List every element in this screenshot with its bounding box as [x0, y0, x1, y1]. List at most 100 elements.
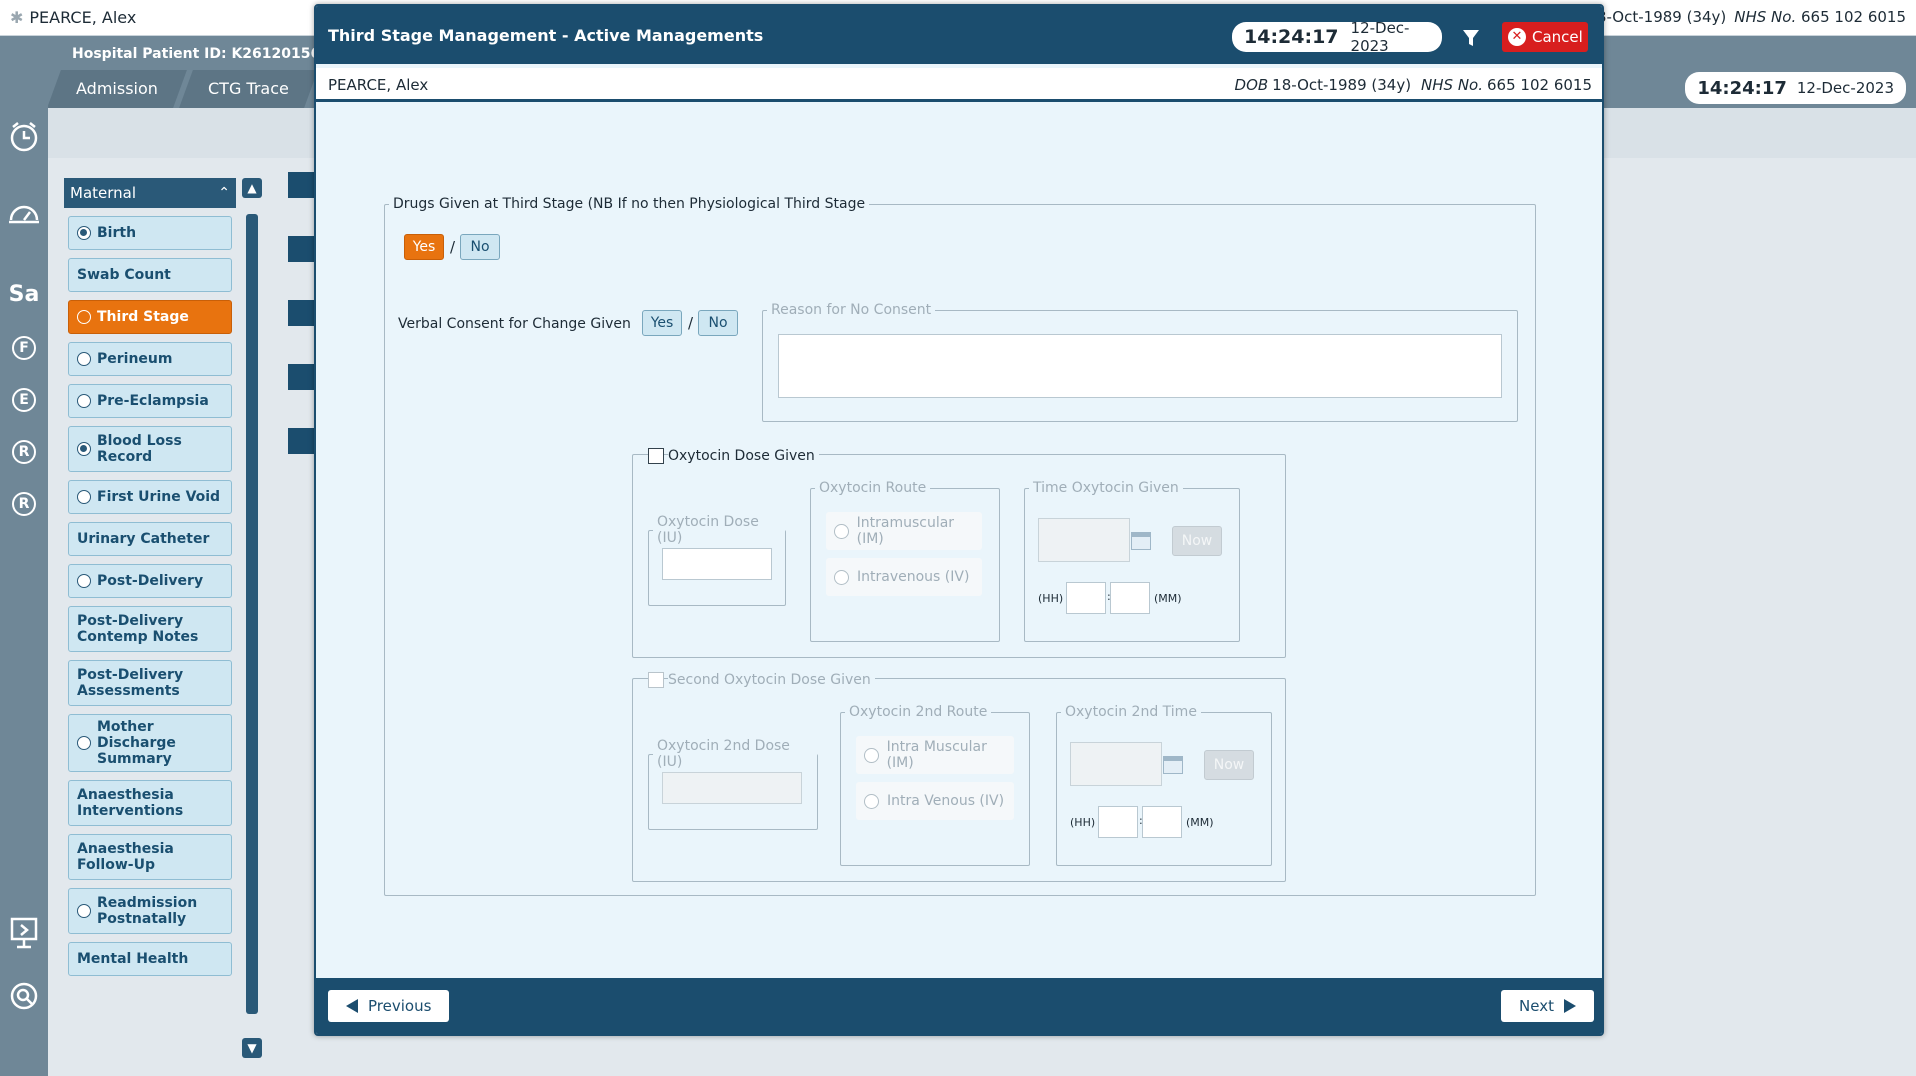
dob-value: 18-Oct-1989 (34y) [1272, 76, 1412, 94]
oxytocin-dose-checkbox[interactable] [648, 448, 664, 464]
sidebar-item-third-stage[interactable]: Third Stage [68, 300, 232, 334]
search-icon[interactable] [0, 980, 48, 1018]
route-im-option[interactable]: Intramuscular (IM) [826, 512, 982, 550]
app-nhs-value: 665 102 6015 [1801, 8, 1906, 26]
calendar-icon[interactable] [1126, 526, 1156, 556]
consent-yes-button[interactable]: Yes [642, 310, 682, 336]
modal-patient-name: PEARCE, Alex [328, 76, 429, 94]
app-nhs-label: NHS No. [1734, 8, 1797, 26]
gauge-icon[interactable] [0, 196, 48, 232]
oxytocin2-dose-input[interactable] [662, 772, 802, 804]
sidebar-item-label: Post-Delivery Contemp Notes [77, 613, 199, 645]
sidebar-item-label: Blood Loss Record [97, 433, 182, 465]
sidebar-item-swab-count[interactable]: Swab Count [68, 258, 232, 292]
oxytocin-route-legend: Oxytocin Route [819, 480, 927, 496]
oxytocin-now-button[interactable]: Now [1172, 526, 1222, 556]
radio-indicator [77, 490, 91, 504]
sidebar-item-post-delivery[interactable]: Post-Delivery [68, 564, 232, 598]
sidebar-item-blood-loss-record[interactable]: Blood Loss Record [68, 426, 232, 472]
sidebar-item-label: Birth [97, 225, 137, 241]
sidebar-scrollbar[interactable]: ▲ ▼ [242, 178, 262, 1058]
drugs-no-button[interactable]: No [460, 234, 500, 260]
chevron-up-icon[interactable]: ⌃ [218, 185, 230, 201]
oxytocin2-route-legend: Oxytocin 2nd Route [849, 704, 988, 720]
sidebar-item-mental-health[interactable]: Mental Health [68, 942, 232, 976]
rail-r-1[interactable]: R [12, 440, 36, 464]
alarm-clock-icon[interactable] [0, 120, 48, 160]
oxytocin-dose-input[interactable] [662, 548, 772, 580]
route-im-label: Intramuscular (IM) [856, 515, 955, 547]
calendar-icon[interactable] [1158, 750, 1188, 780]
sidebar-item-urinary-catheter[interactable]: Urinary Catheter [68, 522, 232, 556]
oxytocin-dose-label: Oxytocin Dose Given [668, 448, 819, 464]
chevron-down-icon[interactable]: ▼ [242, 1038, 262, 1058]
filter-icon[interactable] [1462, 28, 1480, 53]
maternal-sidebar: Maternal ⌃ Birth Swab Count Third Stage … [64, 178, 236, 1066]
route2-im-label: Intra Muscular (IM) [886, 739, 987, 771]
route2-iv-option[interactable]: Intra Venous (IV) [856, 782, 1014, 820]
sidebar-item-anaesthesia-interventions[interactable]: Anaesthesia Interventions [68, 780, 232, 826]
tab-ctg-trace[interactable]: CTG Trace [178, 70, 318, 108]
chevron-up-icon[interactable]: ▲ [242, 178, 262, 198]
oxytocin2-now-button[interactable]: Now [1204, 750, 1254, 780]
oxytocin2-dose-checkbox[interactable] [648, 672, 664, 688]
sidebar-item-first-urine-void[interactable]: First Urine Void [68, 480, 232, 514]
oxytocin2-date-input[interactable] [1070, 742, 1162, 786]
reason-legend: Reason for No Consent [771, 302, 932, 318]
sidebar-item-birth[interactable]: Birth [68, 216, 232, 250]
sidebar-item-post-delivery-notes[interactable]: Post-Delivery Contemp Notes [68, 606, 232, 652]
radio-indicator [77, 574, 91, 588]
oxytocin2-hour-input[interactable] [1098, 806, 1138, 838]
sidebar-item-label: Urinary Catheter [77, 531, 210, 547]
sidebar-item-pre-eclampsia[interactable]: Pre-Eclampsia [68, 384, 232, 418]
tab-admission[interactable]: Admission [47, 70, 187, 108]
rail-r-2[interactable]: R [12, 492, 36, 516]
modal-patient-info: DOB 18-Oct-1989 (34y) NHS No. 665 102 6015 [1225, 76, 1592, 94]
app-patient-name-text: PEARCE, Alex [29, 8, 137, 27]
next-button[interactable]: Next [1501, 990, 1594, 1022]
previous-label: Previous [368, 997, 432, 1015]
app-patient-name: ✱ PEARCE, Alex [10, 8, 136, 27]
modal-clock: 14:24:17 12-Dec-2023 [1232, 19, 1442, 55]
sidebar-item-post-delivery-assessments[interactable]: Post-Delivery Assessments [68, 660, 232, 706]
rail-sa[interactable]: Sa [0, 282, 48, 307]
oxytocin2-dose-legend: Oxytocin 2nd Dose (IU) [657, 738, 790, 770]
sidebar-item-label: Pre-Eclampsia [97, 393, 209, 409]
reason-textarea[interactable] [778, 334, 1502, 398]
oxytocin2-time-legend: Oxytocin 2nd Time [1065, 704, 1197, 720]
arrow-right-icon [1564, 999, 1576, 1013]
hh2-label: (HH) [1070, 816, 1096, 829]
consent-no-button[interactable]: No [698, 310, 738, 336]
route-iv-option[interactable]: Intravenous (IV) [826, 558, 982, 596]
oxytocin-date-input[interactable] [1038, 518, 1130, 562]
cancel-button[interactable]: ✕ Cancel [1502, 22, 1588, 52]
radio-indicator [77, 904, 91, 918]
left-rail: Sa F E R R [0, 36, 48, 1076]
sidebar-item-perineum[interactable]: Perineum [68, 342, 232, 376]
scrollbar-thumb[interactable] [246, 214, 258, 1014]
oxytocin2-minute-input[interactable] [1142, 806, 1182, 838]
rail-e[interactable]: E [12, 388, 36, 412]
previous-button[interactable]: Previous [328, 990, 450, 1022]
sidebar-header[interactable]: Maternal ⌃ [64, 178, 236, 208]
route2-im-option[interactable]: Intra Muscular (IM) [856, 736, 1014, 774]
route2-iv-label: Intra Venous (IV) [887, 793, 1005, 809]
close-icon: ✕ [1508, 28, 1526, 46]
rail-f[interactable]: F [12, 336, 36, 360]
drugs-yes-button[interactable]: Yes [404, 234, 444, 260]
sidebar-item-readmission[interactable]: Readmission Postnatally [68, 888, 232, 934]
radio-indicator [77, 394, 91, 408]
sidebar-item-anaesthesia-follow-up[interactable]: Anaesthesia Follow-Up [68, 834, 232, 880]
modal-patient-banner: PEARCE, Alex DOB 18-Oct-1989 (34y) NHS No.… [316, 68, 1602, 102]
modal-footer: Previous Next [316, 978, 1602, 1034]
sidebar-item-mother-discharge[interactable]: Mother Discharge Summary [68, 714, 232, 772]
cancel-label: Cancel [1532, 28, 1583, 46]
sidebar-item-label: Mental Health [77, 951, 189, 967]
sidebar-item-label: Perineum [97, 351, 173, 367]
monitor-icon[interactable] [0, 916, 48, 956]
star-icon: ✱ [10, 8, 24, 27]
oxytocin-minute-input[interactable] [1110, 582, 1150, 614]
oxytocin-hour-input[interactable] [1066, 582, 1106, 614]
app-patient-info: 18-Oct-1989 (34y) NHS No. 665 102 6015 [1587, 8, 1906, 26]
app-dob: 18-Oct-1989 (34y) [1587, 8, 1727, 26]
